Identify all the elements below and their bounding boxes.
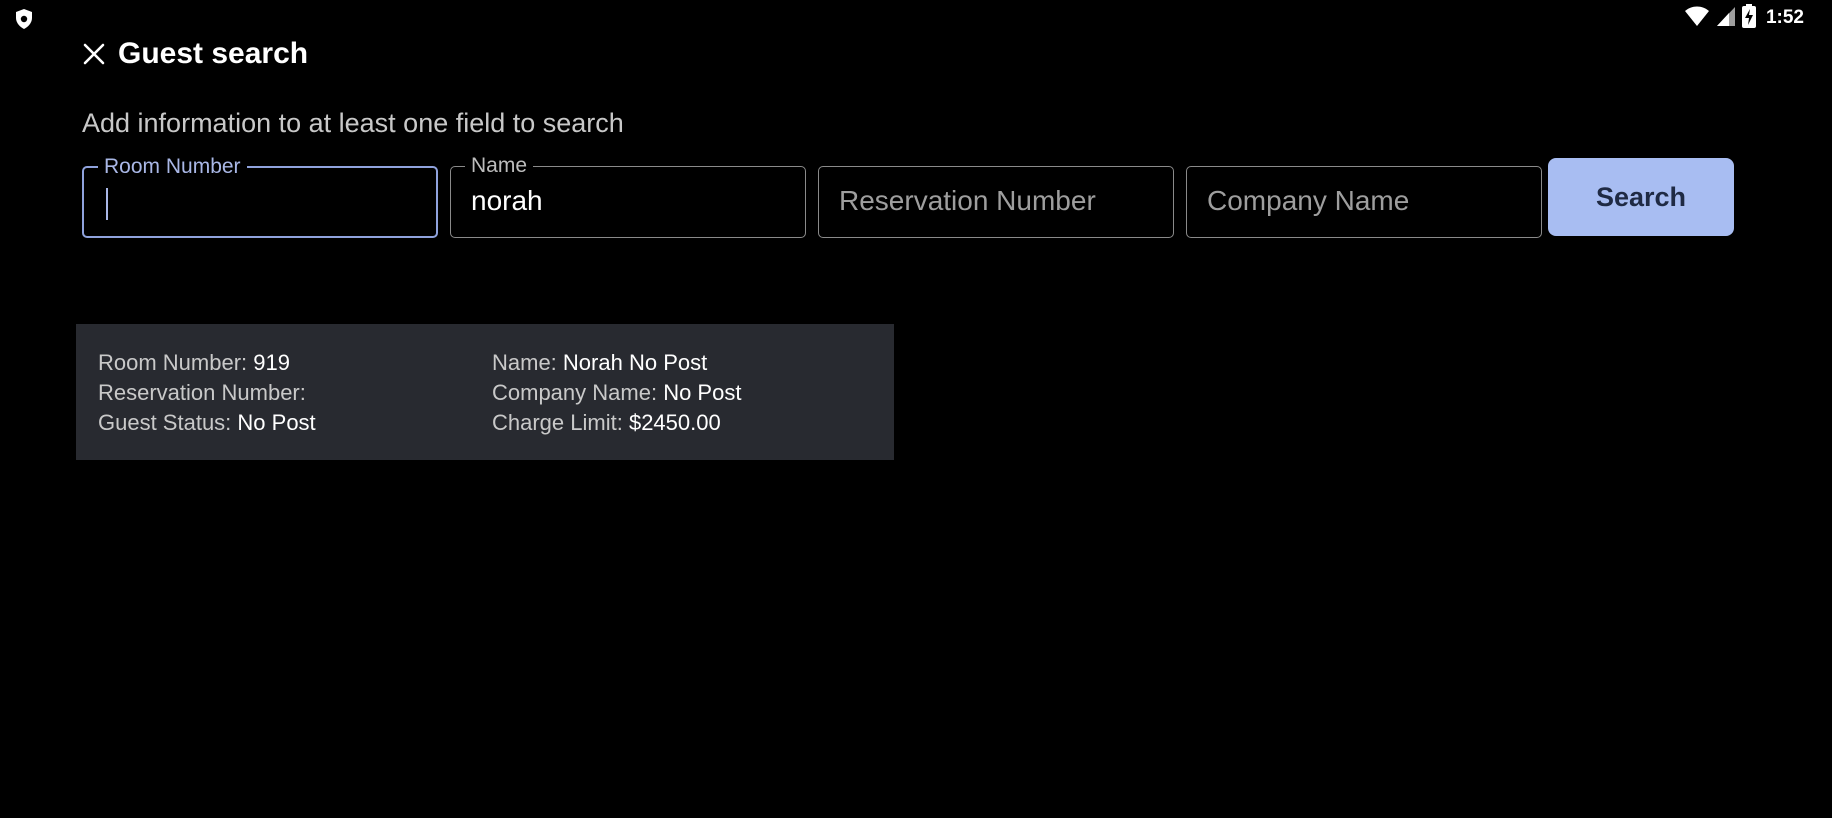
room-number-input[interactable] <box>104 182 416 222</box>
reservation-number-field[interactable] <box>818 166 1174 238</box>
top-bar: Guest search <box>80 34 308 74</box>
instruction-text: Add information to at least one field to… <box>82 108 624 138</box>
charge-limit-result-value: $2450.00 <box>628 410 721 435</box>
charge-limit-result-label: Charge Limit: <box>492 410 629 435</box>
name-input[interactable] <box>471 181 785 221</box>
shield-icon <box>14 8 34 30</box>
reservation-number-result-label: Reservation Number: <box>98 380 306 405</box>
name-label: Name <box>465 153 534 179</box>
search-button[interactable]: Search <box>1548 158 1734 236</box>
room-number-field[interactable]: Room Number <box>82 154 438 238</box>
close-icon[interactable] <box>80 40 108 68</box>
battery-charging-icon <box>1741 3 1756 33</box>
name-result-value: Norah No Post <box>562 350 708 375</box>
result-charge-limit: Charge Limit: $2450.00 <box>492 408 721 438</box>
room-number-result-value: 919 <box>253 350 290 375</box>
company-name-field[interactable] <box>1186 166 1542 238</box>
result-name: Name: Norah No Post <box>492 348 707 378</box>
guest-search-screen: 1:52 Guest search Add information to at … <box>0 0 1832 818</box>
name-field[interactable]: Name <box>450 153 806 238</box>
guest-status-result-value: No Post <box>237 410 316 435</box>
result-room-number: Room Number: 919 <box>98 348 290 378</box>
result-reservation-number: Reservation Number: <box>98 378 306 408</box>
status-bar-right: 1:52 <box>1684 3 1804 33</box>
name-result-label: Name: <box>492 350 563 375</box>
status-time: 1:52 <box>1765 7 1804 28</box>
result-company-name: Company Name: No Post <box>492 378 741 408</box>
page-title: Guest search <box>118 37 309 70</box>
wifi-icon <box>1684 5 1710 32</box>
guest-result-card[interactable]: Room Number: 919 Reservation Number: Gue… <box>76 324 894 460</box>
text-caret <box>106 188 108 220</box>
cell-signal-icon <box>1716 5 1736 32</box>
company-name-input[interactable] <box>1207 181 1521 221</box>
result-guest-status: Guest Status: No Post <box>98 408 316 438</box>
company-name-result-value: No Post <box>663 380 742 405</box>
room-number-label: Room Number <box>98 154 247 180</box>
guest-status-result-label: Guest Status: <box>98 410 238 435</box>
company-name-result-label: Company Name: <box>492 380 664 405</box>
reservation-number-input[interactable] <box>839 181 1153 221</box>
room-number-result-label: Room Number: <box>98 350 254 375</box>
